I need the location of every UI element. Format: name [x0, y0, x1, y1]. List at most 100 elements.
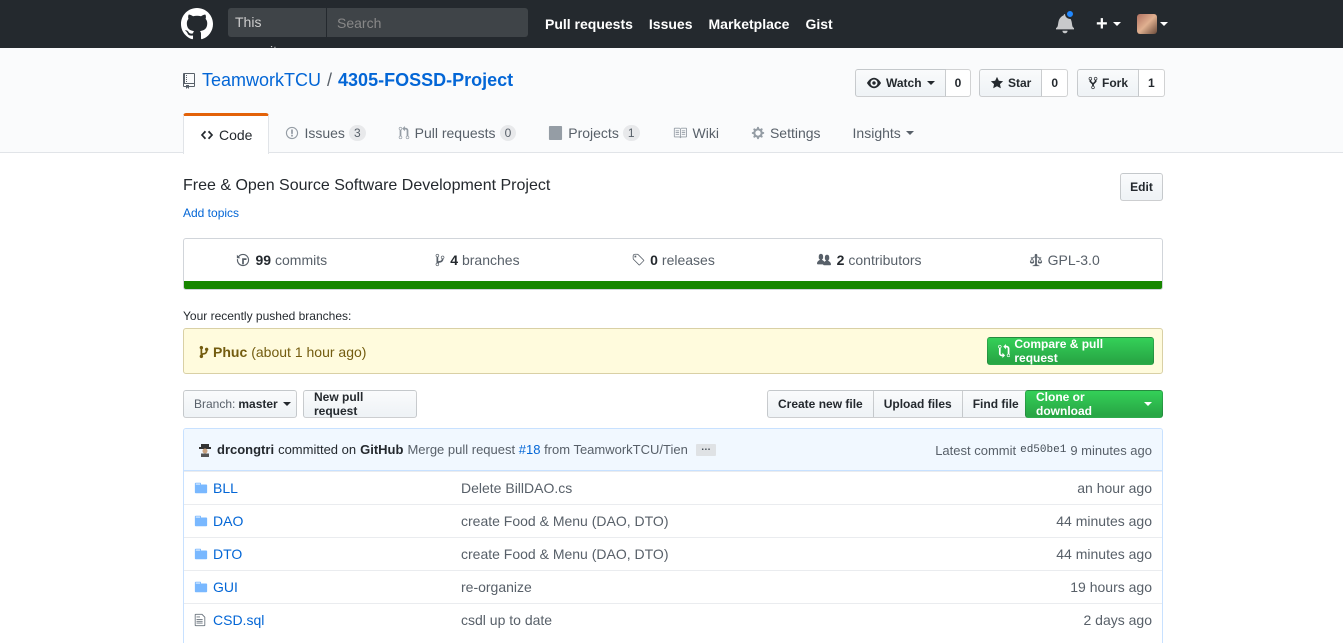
commit-author-link[interactable]: drcongtri [217, 442, 274, 457]
clone-or-download-button[interactable]: Clone or download [1025, 390, 1163, 418]
releases-count: 0 [650, 252, 658, 268]
folder-icon [194, 515, 208, 527]
new-pull-request-button[interactable]: New pull request [303, 390, 417, 418]
nav-pull-requests[interactable]: Pull requests [545, 16, 633, 32]
file-commit-message[interactable]: re-organize [461, 579, 532, 595]
file-actions-group: Create new file Upload files Find file [767, 390, 1030, 418]
tab-code[interactable]: Code [183, 113, 270, 154]
tab-pull-requests[interactable]: Pull requests 0 [382, 113, 533, 153]
create-new-file-button[interactable]: Create new file [767, 390, 874, 418]
avatar-icon[interactable] [198, 443, 212, 457]
watch-button[interactable]: Watch [855, 69, 946, 97]
file-name-link[interactable]: DAO [213, 513, 243, 529]
fork-count[interactable]: 1 [1139, 69, 1165, 97]
contributors-link[interactable]: 2 contributors [771, 252, 967, 268]
create-new-plus-icon[interactable]: + [1096, 14, 1108, 34]
fork-button[interactable]: Fork [1077, 69, 1140, 97]
tab-settings[interactable]: Settings [735, 113, 837, 153]
repo-name-link[interactable]: 4305-FOSSD-Project [338, 70, 513, 91]
create-new-caret-icon[interactable] [1112, 22, 1121, 26]
branch-name: master [238, 397, 278, 411]
star-count[interactable]: 0 [1042, 69, 1069, 97]
repo-header: TeamworkTCU / 4305-FOSSD-Project Watch 0… [0, 48, 1343, 154]
top-header: This repository Pull requests Issues Mar… [0, 0, 1343, 59]
header-right: + [1056, 9, 1168, 38]
notifications-bell-icon[interactable] [1056, 9, 1075, 36]
history-icon [237, 253, 250, 267]
file-commit-message[interactable]: create Food & Menu (DAO, DTO) [461, 513, 668, 529]
projects-counter: 1 [622, 125, 640, 141]
upload-files-button[interactable]: Upload files [872, 390, 963, 418]
compare-pull-request-button[interactable]: Compare & pull request [987, 337, 1154, 365]
github-logo-icon[interactable] [181, 8, 213, 40]
project-icon [549, 126, 563, 140]
file-age: 19 hours ago [1070, 579, 1152, 595]
fork-label: Fork [1102, 76, 1129, 90]
clone-label: Clone or download [1036, 390, 1092, 418]
branch-prefix: Branch: [194, 397, 236, 411]
repo-description: Free & Open Source Software Development … [183, 177, 551, 194]
file-name-link[interactable]: GUI [213, 579, 238, 595]
star-button[interactable]: Star [979, 69, 1043, 97]
file-icon [194, 613, 206, 627]
star-icon [990, 76, 1004, 89]
add-topics-link[interactable]: Add topics [183, 206, 239, 220]
insights-caret-icon [905, 131, 914, 135]
contributors-label: contributors [848, 252, 922, 268]
repo-icon [183, 72, 195, 89]
repo-tabs: Code Issues 3 Pull requests 0 Projects 1… [183, 113, 930, 154]
contributors-count: 2 [836, 252, 845, 268]
tab-settings-label: Settings [769, 125, 821, 141]
tab-wiki-label: Wiki [692, 125, 719, 141]
tab-insights[interactable]: Insights [837, 113, 930, 153]
issue-icon [286, 126, 299, 140]
people-icon [816, 253, 831, 266]
search-input[interactable] [328, 8, 528, 37]
file-commit-message[interactable]: Delete BillDAO.cs [461, 480, 572, 496]
recent-branch-notice: Phuc (about 1 hour ago) Compare & pull r… [183, 328, 1163, 374]
compare-label: Compare & pull request [1014, 337, 1104, 365]
watch-count[interactable]: 0 [945, 69, 972, 97]
nav-marketplace[interactable]: Marketplace [709, 16, 790, 32]
commit-message: Merge pull request #18 from TeamworkTCU/… [407, 442, 687, 457]
commit-pr-link[interactable]: #18 [519, 442, 541, 457]
user-avatar[interactable] [1136, 14, 1157, 34]
expand-commit-button[interactable]: … [695, 442, 716, 456]
folder-icon [194, 548, 208, 560]
commit-platform: GitHub [360, 442, 404, 457]
language-bar[interactable] [184, 281, 1162, 289]
file-commit-message[interactable]: create Food & Menu (DAO, DTO) [461, 546, 668, 562]
releases-link[interactable]: 0 releases [575, 252, 771, 268]
edit-description-button[interactable]: Edit [1120, 173, 1163, 201]
file-age: an hour ago [1077, 480, 1152, 496]
file-commit-message[interactable]: csdl up to date [461, 612, 552, 628]
file-name-link[interactable]: BLL [213, 480, 238, 496]
branch-select-button[interactable]: Branch: master [183, 390, 297, 418]
clone-caret-icon [1144, 402, 1152, 406]
branches-link[interactable]: 4 branches [380, 252, 576, 268]
nav-gist[interactable]: Gist [805, 16, 832, 32]
search-box: This repository [228, 8, 528, 59]
recent-branch-name[interactable]: Phuc [213, 344, 247, 360]
tab-wiki[interactable]: Wiki [656, 113, 735, 153]
issues-counter: 3 [348, 125, 366, 141]
commits-link[interactable]: 99 commits [184, 252, 380, 268]
tab-issues[interactable]: Issues 3 [269, 113, 381, 153]
fork-icon [1088, 76, 1098, 90]
file-row: BLL Delete BillDAO.cs an hour ago [184, 471, 1162, 504]
tab-projects[interactable]: Projects 1 [532, 113, 655, 153]
search-scope-label[interactable]: This repository [228, 8, 327, 59]
tab-code-label: Code [219, 127, 253, 143]
file-name-link[interactable]: CSD.sql [213, 612, 264, 628]
commit-sha-link[interactable]: ed50be1 [1020, 444, 1066, 456]
file-age: 44 minutes ago [1056, 513, 1152, 529]
nav-issues[interactable]: Issues [649, 16, 693, 32]
license-link[interactable]: GPL-3.0 [966, 252, 1162, 268]
pull-requests-counter: 0 [499, 125, 517, 141]
file-name-link[interactable]: DTO [213, 546, 242, 562]
find-file-button[interactable]: Find file [961, 390, 1030, 418]
top-nav: Pull requests Issues Marketplace Gist [545, 0, 849, 48]
tag-icon [632, 253, 645, 266]
user-menu-caret-icon[interactable] [1159, 22, 1168, 26]
repo-owner-link[interactable]: TeamworkTCU [202, 70, 321, 91]
